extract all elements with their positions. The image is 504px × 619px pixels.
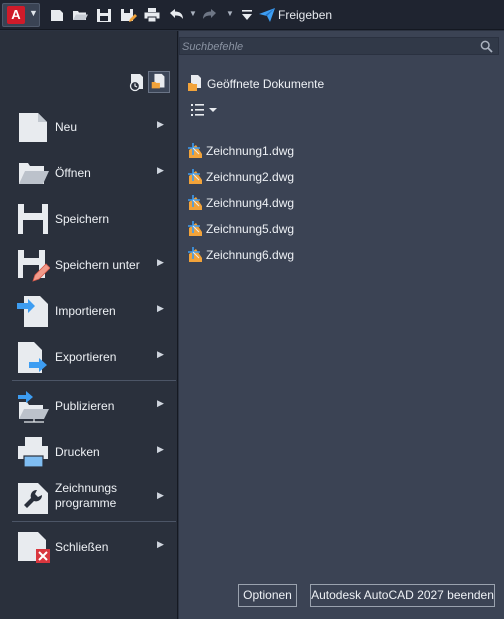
undo-icon[interactable]: [167, 6, 185, 24]
autocad-logo-icon: A: [7, 6, 25, 24]
print-icon: [18, 437, 48, 468]
document-item[interactable]: Zeichnung2.dwg: [187, 167, 387, 187]
application-menu-panel: Neu ▶ Öffnen ▶ Speichern Speichern unter…: [0, 31, 178, 619]
menu-item-close[interactable]: Schließen ▶: [12, 527, 176, 567]
menu-item-new[interactable]: Neu ▶: [12, 107, 176, 147]
view-toggle-group: [0, 31, 178, 101]
menu-item-drawing-utilities[interactable]: Zeichnungs programme ▶: [12, 478, 176, 518]
list-view-dropdown[interactable]: [189, 102, 219, 118]
redo-dropdown-icon[interactable]: ▼: [226, 9, 234, 18]
chevron-right-icon: ▶: [157, 303, 164, 313]
document-name: Zeichnung4.dwg: [206, 196, 295, 210]
document-item[interactable]: Zeichnung6.dwg: [187, 245, 387, 265]
menu-item-open[interactable]: Öffnen ▶: [12, 153, 176, 193]
search-box[interactable]: [179, 37, 499, 55]
dwg-file-icon: [188, 169, 202, 184]
menu-item-label: Drucken: [55, 445, 100, 459]
dwg-file-icon: [188, 247, 202, 262]
document-item[interactable]: Zeichnung4.dwg: [187, 193, 387, 213]
chevron-right-icon: ▶: [157, 539, 164, 549]
dwg-file-icon: [188, 195, 202, 210]
quick-access-toolbar: A ▼ ▼ ▼ Freigeben: [0, 0, 504, 30]
chevron-right-icon: ▶: [157, 165, 164, 175]
redo-icon[interactable]: [201, 6, 219, 24]
publish-icon: [18, 391, 49, 423]
menu-item-print[interactable]: Drucken ▶: [12, 432, 176, 472]
chevron-right-icon: ▶: [157, 119, 164, 129]
print-icon[interactable]: [143, 6, 161, 24]
open-documents-title: Geöffnete Dokumente: [207, 77, 325, 91]
recent-documents-panel: Geöffnete Dokumente Zeichnung1.dwg Zeich…: [179, 31, 504, 619]
import-icon: [17, 296, 48, 327]
menu-item-label: Speichern unter: [55, 258, 140, 272]
close-document-icon: [18, 532, 50, 563]
menu-item-export[interactable]: Exportieren ▶: [12, 337, 176, 377]
undo-dropdown-icon[interactable]: ▼: [189, 9, 197, 18]
options-button[interactable]: Optionen: [238, 584, 297, 607]
document-item[interactable]: Zeichnung5.dwg: [187, 219, 387, 239]
save-icon: [18, 204, 48, 234]
customize-icon[interactable]: [238, 6, 256, 24]
menu-item-label: Publizieren: [55, 399, 115, 413]
chevron-right-icon: ▶: [157, 398, 164, 408]
document-name: Zeichnung6.dwg: [206, 248, 295, 262]
menu-item-label-line2: programme: [55, 496, 117, 510]
menu-item-label: Neu: [55, 120, 78, 134]
open-documents-icon: [188, 75, 201, 91]
wrench-icon: [18, 483, 48, 514]
share-icon[interactable]: [258, 6, 276, 24]
chevron-right-icon: ▶: [157, 490, 164, 500]
menu-item-label: Öffnen: [55, 166, 91, 180]
menu-item-save[interactable]: Speichern: [12, 199, 176, 239]
chevron-right-icon: ▶: [157, 257, 164, 267]
menu-item-label: Zeichnungs programme: [55, 481, 117, 511]
document-name: Zeichnung5.dwg: [206, 222, 295, 236]
application-menu-button[interactable]: A ▼: [2, 3, 40, 27]
recent-documents-toggle[interactable]: [126, 71, 148, 93]
search-input[interactable]: [182, 39, 472, 54]
menu-item-label: Schließen: [55, 540, 109, 554]
menu-item-label: Importieren: [55, 304, 116, 318]
menu-item-label-line1: Zeichnungs: [55, 481, 118, 495]
menu-item-label: Exportieren: [55, 350, 117, 364]
chevron-right-icon: ▶: [157, 444, 164, 454]
document-item[interactable]: Zeichnung1.dwg: [187, 141, 387, 161]
save-as-icon: [18, 250, 50, 282]
new-document-icon: [19, 113, 47, 142]
open-folder-icon: [19, 163, 49, 184]
menu-separator: [12, 380, 176, 381]
exit-application-button[interactable]: Autodesk AutoCAD 2027 beenden: [310, 584, 495, 607]
chevron-right-icon: ▶: [157, 349, 164, 359]
document-name: Zeichnung1.dwg: [206, 144, 295, 158]
menu-item-import[interactable]: Importieren ▶: [12, 291, 176, 331]
menu-item-save-as[interactable]: Speichern unter ▶: [12, 245, 176, 285]
menu-item-label: Speichern: [55, 212, 110, 226]
export-icon: [18, 342, 47, 373]
dwg-file-icon: [188, 143, 202, 158]
search-icon[interactable]: [480, 40, 493, 53]
open-folder-icon[interactable]: [71, 6, 89, 24]
share-label[interactable]: Freigeben: [278, 8, 332, 22]
save-as-icon[interactable]: [119, 6, 137, 24]
new-file-icon[interactable]: [48, 6, 66, 24]
document-name: Zeichnung2.dwg: [206, 170, 295, 184]
chevron-down-icon: ▼: [29, 8, 38, 18]
save-icon[interactable]: [95, 6, 113, 24]
menu-item-publish[interactable]: Publizieren ▶: [12, 386, 176, 426]
menu-separator: [12, 521, 176, 522]
dwg-file-icon: [188, 221, 202, 236]
open-documents-toggle[interactable]: [148, 71, 170, 93]
